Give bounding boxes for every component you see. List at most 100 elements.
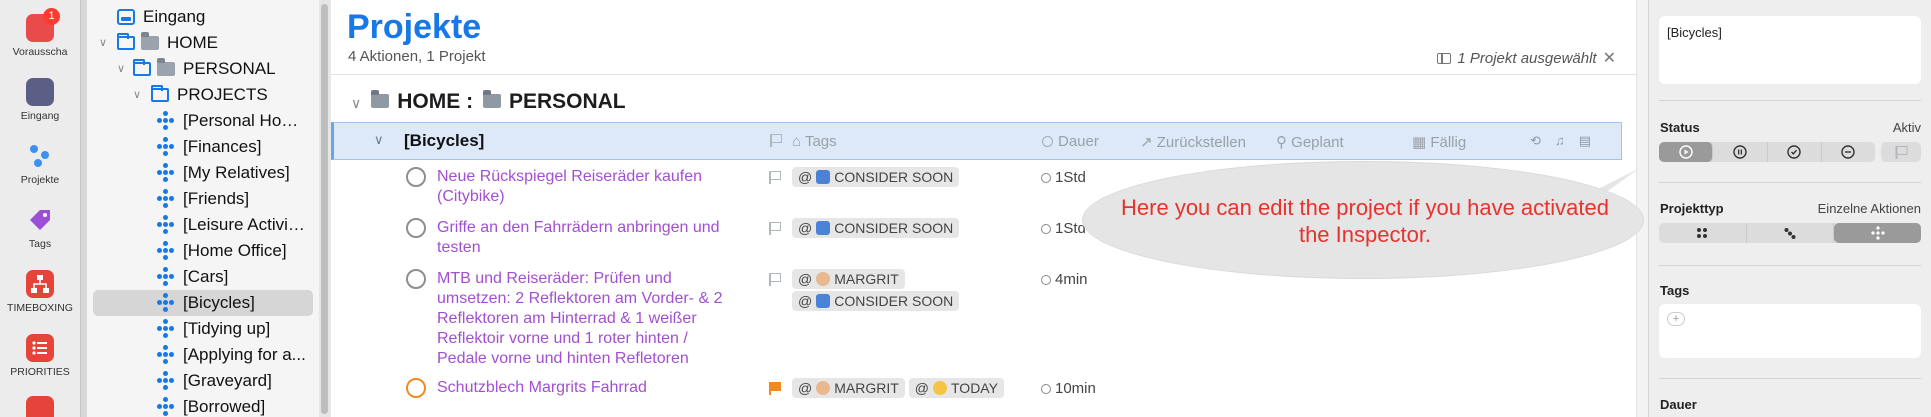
project-name[interactable]: [Bicycles] <box>404 131 484 151</box>
clock-icon <box>1041 173 1051 183</box>
project-dots-icon <box>157 111 175 131</box>
sequential-dots-icon <box>1784 228 1796 239</box>
task-flag-button[interactable] <box>769 170 781 188</box>
tag-chip[interactable]: @ TODAY <box>908 378 1004 398</box>
task-title[interactable]: Schutzblech Margrits Fahrrad <box>437 378 737 398</box>
chevron-down-icon[interactable]: ∨ <box>351 95 361 111</box>
project-dots-icon <box>157 215 175 235</box>
sidebar-scrollbar[interactable] <box>319 0 331 417</box>
task-checkbox[interactable] <box>406 167 426 187</box>
tag-prefix: @ <box>798 271 813 287</box>
task-checkbox[interactable] <box>406 378 426 398</box>
rail-item-inbox[interactable]: Eingang <box>0 78 80 122</box>
calendar-17-icon <box>26 396 54 417</box>
sidebar-item[interactable]: ∨ PERSONAL <box>87 56 319 82</box>
sidebar-item[interactable]: [Home Office] <box>87 238 319 264</box>
sidebar-item[interactable]: [Applying for a... <box>87 342 319 368</box>
project-row-bicycles[interactable]: ∨ [Bicycles] ⌂ Tags Dauer ↗ Zurückstelle… <box>331 122 1622 160</box>
folder-icon <box>482 90 501 108</box>
column-planned[interactable]: ⚲ Geplant <box>1276 133 1344 151</box>
chevron-down-icon[interactable]: ∨ <box>115 56 127 82</box>
clear-selection-button[interactable]: ✕ <box>1603 48 1616 68</box>
task-tags[interactable]: @ MARGRIT @ CONSIDER SOON <box>792 269 1022 313</box>
task-title[interactable]: MTB und Reiseräder: Prüfen und umsetzen:… <box>437 269 737 369</box>
status-completed-button[interactable] <box>1768 142 1822 162</box>
rail-label: Projekte <box>20 174 60 186</box>
sidebar-item[interactable]: ∨ PROJECTS <box>87 82 319 108</box>
inspector-divider <box>1659 265 1921 266</box>
tag-chip[interactable]: @ MARGRIT <box>792 378 905 398</box>
inspector-divider <box>1659 100 1921 101</box>
sidebar-item-label: [Bicycles] <box>183 293 255 312</box>
tag-chip[interactable]: @ MARGRIT <box>792 269 905 289</box>
sidebar-item[interactable]: [Bicycles] <box>93 290 313 316</box>
type-parallel-button[interactable] <box>1659 223 1747 243</box>
project-name-field[interactable]: [Bicycles] <box>1659 16 1921 84</box>
face-emoji-icon <box>816 381 831 395</box>
task-duration-value: 1Std <box>1055 220 1086 237</box>
sidebar-item[interactable]: [Friends] <box>87 186 319 212</box>
task-duration[interactable]: 4min <box>1041 271 1088 288</box>
status-dropped-button[interactable] <box>1822 142 1875 162</box>
sidebar-item[interactable]: [Tidying up] <box>87 316 319 342</box>
tag-chip[interactable]: @ CONSIDER SOON <box>792 167 960 187</box>
type-sequential-button[interactable] <box>1747 223 1835 243</box>
tags-field[interactable]: + <box>1659 304 1921 358</box>
task-duration[interactable]: 1Std <box>1041 220 1086 237</box>
sidebar-item[interactable]: [Leisure Activiti... <box>87 212 319 238</box>
sidebar-item[interactable]: [Graveyard] <box>87 368 319 394</box>
task-checkbox[interactable] <box>406 269 426 289</box>
task-title[interactable]: Neue Rückspiegel Reiseräder kaufen (City… <box>437 167 737 207</box>
repeat-icon[interactable]: ⟲ <box>1530 133 1555 148</box>
task-duration[interactable]: 1Std <box>1041 169 1086 186</box>
task-flag-button[interactable] <box>769 221 781 239</box>
rail-item-tags[interactable]: Tags <box>0 206 80 250</box>
column-due[interactable]: ▦ Fällig <box>1412 133 1466 151</box>
rail-item-priorities[interactable]: PRIORITIES <box>0 334 80 378</box>
task-tags[interactable]: @ CONSIDER SOON <box>792 167 1022 189</box>
sidebar-item[interactable]: [Cars] <box>87 264 319 290</box>
flag-project-button[interactable] <box>1881 142 1921 162</box>
sidebar-item[interactable]: [Personal Home] <box>87 108 319 134</box>
column-defer[interactable]: ↗ Zurückstellen <box>1140 133 1246 151</box>
note-icon[interactable]: ▤ <box>1579 133 1605 148</box>
sidebar-item[interactable]: [Finances] <box>87 134 319 160</box>
project-name-value[interactable]: [Bicycles] <box>1667 25 1722 40</box>
add-tag-button[interactable]: + <box>1667 312 1685 326</box>
task-checkbox[interactable] <box>406 218 426 238</box>
rail-item-forecast[interactable]: 1 Vorausscha <box>0 8 80 58</box>
task-title[interactable]: Griffe an den Fahrrädern anbringen und t… <box>437 218 737 258</box>
task-tags[interactable]: @ CONSIDER SOON <box>792 218 1022 240</box>
selection-info-text: 1 Projekt ausgewählt <box>1457 50 1597 67</box>
rail-separator[interactable] <box>80 0 87 417</box>
task-flag-button[interactable] <box>769 381 781 399</box>
sidebar-item[interactable]: [Borrowed] <box>87 394 319 417</box>
sidebar-item[interactable]: [My Relatives] <box>87 160 319 186</box>
sidebar-scroll-thumb[interactable] <box>321 4 328 414</box>
sidebar-item[interactable]: Eingang <box>87 4 319 30</box>
flag-icon <box>769 171 781 184</box>
notification-bell-icon[interactable]: ♫ <box>1555 133 1579 148</box>
status-on-hold-button[interactable] <box>1713 142 1768 162</box>
project-flag[interactable] <box>770 133 782 150</box>
chevron-down-icon[interactable]: ∨ <box>97 30 109 56</box>
task-duration-value: 1Std <box>1055 169 1086 186</box>
column-tags[interactable]: ⌂ Tags <box>792 133 837 150</box>
chevron-down-icon[interactable]: ∨ <box>374 132 384 148</box>
status-active-button[interactable] <box>1659 142 1714 162</box>
task-duration[interactable]: 10min <box>1041 380 1096 397</box>
column-duration[interactable]: Dauer <box>1042 133 1099 150</box>
folder-group-header[interactable]: ∨ HOME : PERSONAL <box>351 90 626 114</box>
chevron-down-icon[interactable]: ∨ <box>131 82 143 108</box>
tag-chip[interactable]: @ CONSIDER SOON <box>792 291 960 311</box>
rail-item-timeboxing[interactable]: TIMEBOXING <box>0 270 80 314</box>
task-flag-button[interactable] <box>769 272 781 290</box>
task-tags[interactable]: @ MARGRIT @ TODAY <box>792 378 1022 400</box>
tag-text: MARGRIT <box>834 380 899 396</box>
sidebar-item-label: [Home Office] <box>183 241 287 260</box>
rail-item-projects[interactable]: Projekte <box>0 142 80 186</box>
type-single-actions-button[interactable] <box>1834 223 1922 243</box>
tag-chip[interactable]: @ CONSIDER SOON <box>792 218 960 238</box>
rail-item-calendar[interactable] <box>0 396 80 417</box>
sidebar-item[interactable]: ∨ HOME <box>87 30 319 56</box>
